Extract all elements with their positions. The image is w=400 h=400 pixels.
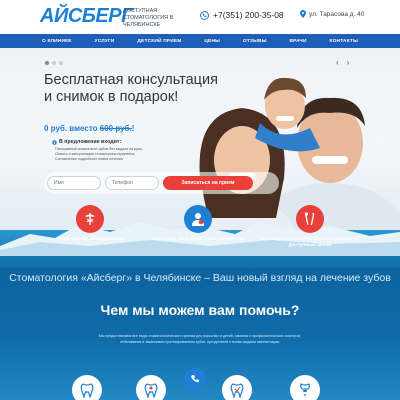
call-button-icon[interactable] — [184, 368, 206, 390]
feature-patients: Уже более 5000 довольных пациентов — [148, 205, 248, 243]
nav-item-services[interactable]: УСЛУГИ — [95, 39, 115, 44]
tooth-child-icon[interactable] — [136, 375, 166, 400]
phone-contact[interactable]: +7(351) 200-35-08 — [200, 10, 284, 20]
arrow-right-icon[interactable]: › — [347, 58, 350, 67]
about-section: Стоматология «Айсберг» в Челябинске – Ва… — [0, 268, 400, 400]
offer-includes: В предложение входит: Панорамный снимок … — [52, 139, 182, 162]
about-text: Мы предоставляем все виды стоматологичес… — [98, 334, 302, 344]
slider-arrows: ‹ › — [336, 58, 349, 67]
implant-icon[interactable] — [290, 375, 320, 400]
feature-label: Современное оборудование — [55, 237, 125, 242]
nav-item-doctors[interactable]: ВРАЧИ — [289, 39, 306, 44]
feature-equipment: Современное оборудование — [40, 205, 140, 243]
header: АЙСБЕРГ ДОСТУПНАЯ СТОМАТОЛОГИЯ В ЧЕЛЯБИН… — [0, 0, 400, 34]
price-suffix: ! — [131, 124, 135, 133]
tooth-icon[interactable] — [72, 375, 102, 400]
slider-dot[interactable] — [59, 61, 63, 65]
help-title: Чем мы можем вам помочь? — [100, 302, 300, 318]
caduceus-icon — [76, 205, 104, 233]
feature-prices: Все виды стоматологической помощи по дос… — [260, 205, 360, 249]
feature-label: Уже более 5000 довольных пациентов — [152, 237, 244, 242]
nav-item-contacts[interactable]: КОНТАКТЫ — [330, 39, 359, 44]
phone-input[interactable] — [105, 176, 159, 190]
hero-slider: ‹ › Бесплатная консультация и снимок в п… — [0, 48, 400, 298]
dental-tools-icon — [296, 205, 324, 233]
arrow-left-icon[interactable]: ‹ — [336, 58, 339, 67]
address: ул. Тарасова д. 40 — [300, 10, 364, 18]
book-appointment-button[interactable]: Записаться на прием — [163, 176, 253, 190]
slider-dot[interactable] — [52, 61, 56, 65]
main-nav: О КЛИНИКЕ УСЛУГИ ДЕТСКИЙ ПРИЕМ ЦЕНЫ ОТЗЫ… — [0, 34, 400, 48]
list-item: Составление подробного плана лечения — [55, 157, 123, 161]
logo[interactable]: АЙСБЕРГ — [40, 5, 133, 28]
price-prefix: 0 руб. вместо — [44, 124, 98, 133]
feature-label: Все виды стоматологической помощи по дос… — [260, 237, 360, 248]
nav-item-prices[interactable]: ЦЕНЫ — [204, 39, 220, 44]
name-input[interactable] — [47, 176, 101, 190]
logo-text: АЙСБЕРГ — [40, 5, 133, 27]
doctor-icon — [184, 205, 212, 233]
address-text: ул. Тарасова д. 40 — [309, 10, 365, 18]
hero-title: Бесплатная консультация и снимок в подар… — [44, 72, 218, 105]
phone-icon — [200, 10, 209, 20]
price-offer: 0 руб. вместо 600 руб.! — [44, 124, 134, 133]
nav-item-kids[interactable]: ДЕТСКИЙ ПРИЕМ — [137, 39, 181, 44]
nav-item-reviews[interactable]: ОТЗЫВЫ — [243, 39, 267, 44]
tagline: ДОСТУПНАЯ СТОМАТОЛОГИЯ В ЧЕЛЯБИНСКЕ — [123, 8, 174, 28]
about-title: Стоматология «Айсберг» в Челябинске – Ва… — [9, 272, 391, 284]
price-old: 600 руб. — [99, 124, 132, 133]
tooth-care-icon[interactable] — [222, 375, 252, 400]
slider-dots — [45, 61, 63, 65]
includes-heading: В предложение входит: — [52, 139, 182, 145]
nav-item-about[interactable]: О КЛИНИКЕ — [42, 39, 72, 44]
slider-dot[interactable] — [45, 61, 49, 65]
includes-title: В предложение входит: — [59, 139, 122, 145]
location-pin-icon — [300, 10, 306, 18]
info-icon — [52, 139, 57, 145]
includes-list: Панорамный снимок всех зубов без выдачи … — [52, 147, 182, 162]
phone-number[interactable]: +7(351) 200-35-08 — [213, 10, 284, 20]
appointment-form: Записаться на прием — [44, 172, 279, 194]
